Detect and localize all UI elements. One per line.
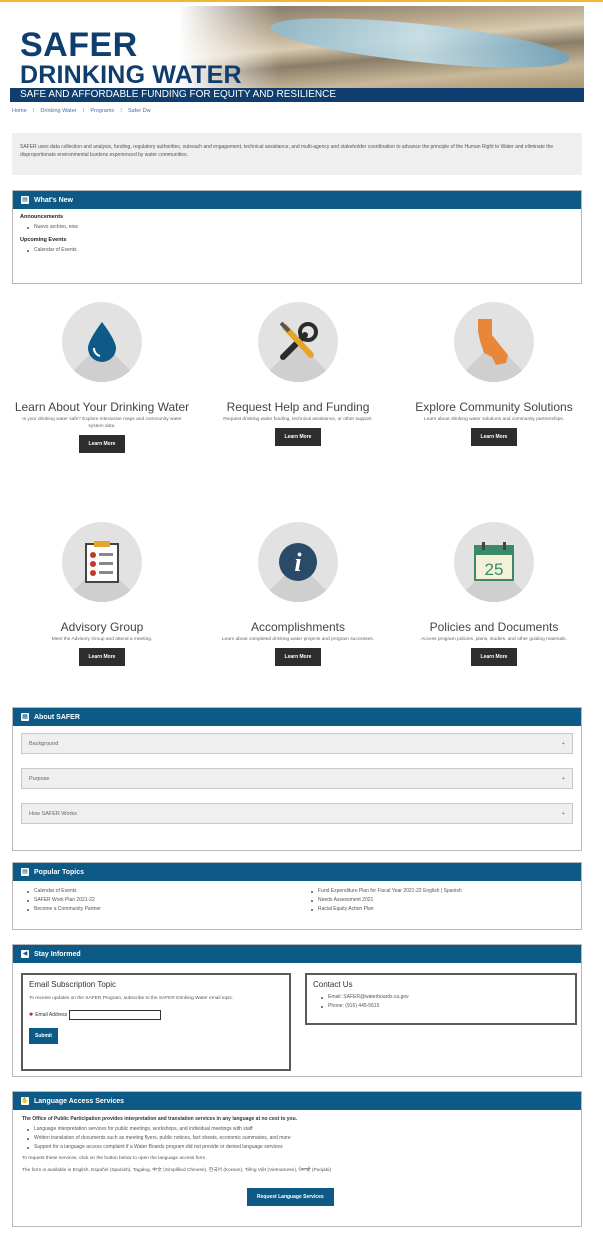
tile-title: Policies and Documents	[429, 620, 559, 634]
language-header: Language Access Services	[34, 1097, 125, 1105]
language-item: Support for a language access complaint …	[27, 1143, 581, 1152]
required-marker: ✱	[29, 1012, 34, 1018]
learn-more-button[interactable]: Learn More	[78, 648, 126, 666]
tile-title: Explore Community Solutions	[415, 400, 573, 414]
water-drop-icon	[62, 302, 142, 382]
about-header: About SAFER	[34, 713, 80, 721]
california-map-icon	[454, 302, 534, 382]
email-input[interactable]	[69, 1010, 162, 1020]
tile-title: Accomplishments	[250, 620, 346, 634]
tile-desc: Is your drinking water safe? Explore int…	[22, 417, 182, 429]
accordion-background[interactable]: Background +	[21, 733, 573, 754]
popular-link[interactable]: Become a Community Partner	[27, 905, 297, 914]
learn-more-button[interactable]: Learn More	[78, 435, 126, 453]
language-note: To request these services, click on the …	[22, 1156, 207, 1161]
about-safer-panel: ▦ About SAFER Background + Purpose + How S…	[12, 707, 582, 851]
checklist-icon	[62, 522, 142, 602]
contact-phone: Phone: (916) 445-5615	[321, 1002, 575, 1011]
request-language-services-button[interactable]: Request Language Services	[247, 1188, 334, 1206]
banner-title-line1: SAFER	[20, 26, 138, 64]
tile-advisory-group: Advisory Group Meet the Advisory Group a…	[12, 522, 192, 666]
expand-icon: +	[561, 741, 565, 747]
contact-email[interactable]: Email: SAFER@waterboards.ca.gov	[321, 993, 575, 1002]
email-text: To receive updates on the SAFER Program,…	[29, 996, 234, 1001]
banner-tagline: SAFE AND AFFORDABLE FUNDING FOR EQUITY A…	[20, 89, 336, 100]
popular-link[interactable]: Calendar of Events	[27, 887, 297, 896]
language-item: Language interpretation services for pub…	[27, 1125, 581, 1134]
breadcrumb: Home ⁝ Drinking Water ⁝ Programs ⁝ Safer…	[12, 108, 151, 114]
learn-more-button[interactable]: Learn More	[470, 648, 518, 666]
announcement-item[interactable]: Nuevo archivo, now	[27, 223, 581, 232]
svg-text:i: i	[294, 548, 302, 577]
popular-link[interactable]: Racial Equity Action Plan	[311, 905, 581, 914]
info-icon: i	[258, 522, 338, 602]
accordion-purpose[interactable]: Purpose +	[21, 768, 573, 789]
tile-desc: Learn about completed drinking water pro…	[222, 637, 374, 642]
calendar-day: 25	[485, 560, 504, 579]
tile-title: Advisory Group	[60, 620, 144, 634]
tile-accomplishments: i Accomplishments Learn about completed …	[208, 522, 388, 666]
expand-icon: +	[561, 776, 565, 782]
stay-informed-panel: ◀ Stay Informed Email Subscription Topic…	[12, 944, 582, 1077]
language-note: The form is available in English, Españo…	[22, 1168, 332, 1173]
document-icon: ▤	[21, 868, 29, 876]
tile-desc: Request drinking water funding, technica…	[223, 417, 373, 422]
calendar-icon: 25	[454, 522, 534, 602]
popular-link[interactable]: SAFER Work Plan 2021-22	[27, 896, 297, 905]
learn-more-button[interactable]: Learn More	[274, 648, 322, 666]
learn-more-button[interactable]: Learn More	[274, 428, 322, 446]
language-lead: The Office of Public Participation provi…	[22, 1116, 298, 1122]
megaphone-icon: ◀	[21, 950, 29, 958]
tile-community-solutions: Explore Community Solutions Learn about …	[404, 302, 584, 446]
breadcrumb-drinking-water[interactable]: Drinking Water	[40, 108, 76, 114]
popular-topics-panel: ▤ Popular Topics Calendar of Events SAFE…	[12, 862, 582, 930]
tile-title: Request Help and Funding	[226, 400, 370, 414]
grid-icon: ▦	[21, 713, 29, 721]
popular-link[interactable]: Needs Assessment 2021	[311, 896, 581, 905]
tools-icon	[258, 302, 338, 382]
tile-request-help: Request Help and Funding Request drinkin…	[208, 302, 388, 446]
top-accent-line	[0, 0, 603, 2]
hand-icon: ✋	[21, 1097, 29, 1105]
news-icon: ▤	[21, 196, 29, 204]
email-label: Email Address	[35, 1012, 68, 1018]
whats-new-header: What's New	[34, 196, 74, 204]
tile-learn-water: Learn About Your Drinking Water Is your …	[12, 302, 192, 453]
learn-more-button[interactable]: Learn More	[470, 428, 518, 446]
contact-us-box: Contact Us Email: SAFER@waterboards.ca.g…	[305, 973, 577, 1025]
intro-text: SAFER uses data collection and analysis,…	[12, 133, 582, 175]
submit-button[interactable]: Submit	[29, 1028, 58, 1044]
breadcrumb-safer[interactable]: Safer Dw	[128, 108, 151, 114]
expand-icon: +	[561, 811, 565, 817]
contact-title: Contact Us	[313, 980, 353, 989]
tile-desc: Access program policies, plans, studies,…	[421, 637, 567, 642]
announcements-label: Announcements	[20, 214, 64, 220]
breadcrumb-programs[interactable]: Programs	[90, 108, 114, 114]
popular-link[interactable]: Fund Expenditure Plan for Fiscal Year 20…	[311, 887, 581, 896]
language-access-panel: ✋ Language Access Services The Office of…	[12, 1091, 582, 1227]
tile-policies-documents: 25 Policies and Documents Access program…	[404, 522, 584, 666]
hero-banner: SAFER DRINKING WATER SAFE AND AFFORDABLE…	[10, 6, 584, 102]
popular-header: Popular Topics	[34, 868, 85, 876]
email-subscription-box: Email Subscription Topic To receive upda…	[21, 973, 291, 1071]
accordion-how-safer-works[interactable]: How SAFER Works +	[21, 803, 573, 824]
whats-new-panel: ▤ What's New Announcements Nuevo archivo…	[12, 190, 582, 284]
breadcrumb-home[interactable]: Home	[12, 108, 27, 114]
tile-desc: Meet the Advisory Group and attend a mee…	[51, 637, 153, 642]
tile-desc: Learn about drinking water solutions and…	[424, 417, 564, 422]
language-item: Written translation of documents such as…	[27, 1134, 581, 1143]
event-item[interactable]: Calendar of Events	[27, 246, 581, 255]
tile-title: Learn About Your Drinking Water	[14, 400, 190, 414]
events-label: Upcoming Events	[20, 237, 67, 243]
email-title: Email Subscription Topic	[29, 980, 117, 989]
banner-title-line2: DRINKING WATER	[20, 61, 242, 89]
stay-header: Stay Informed	[34, 950, 81, 958]
